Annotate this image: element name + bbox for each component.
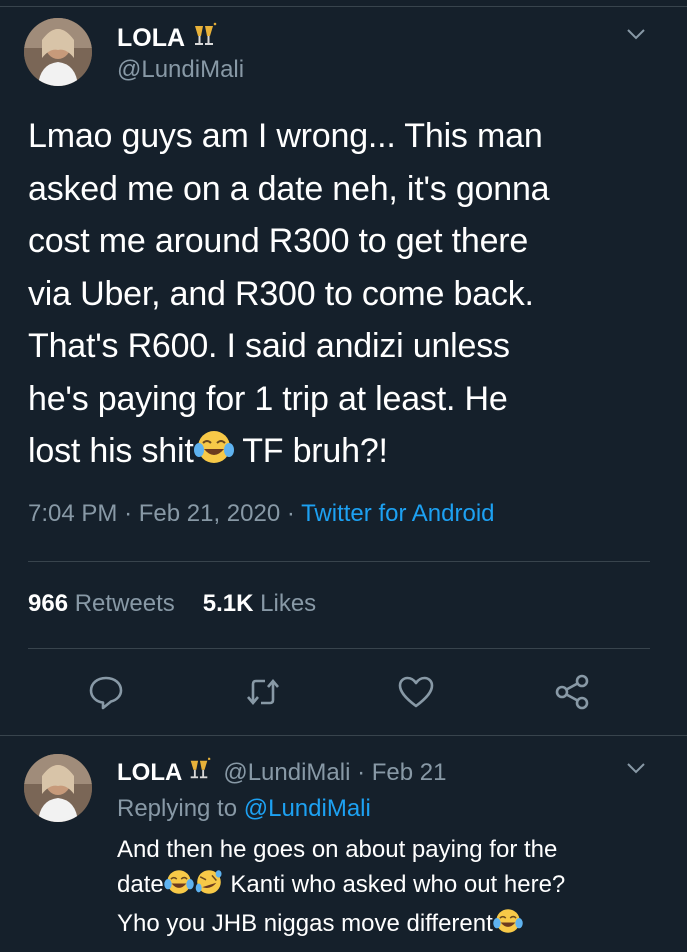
- retweets-count: 966: [28, 590, 69, 617]
- divider: [28, 561, 650, 562]
- replying-to-link[interactable]: @LundiMali: [244, 795, 371, 822]
- rolling-laughing-emoji-icon: [194, 868, 224, 906]
- tweet-text-line: That's R600. I said andizi unless: [28, 327, 510, 365]
- clinking-glasses-icon: [185, 757, 213, 788]
- likes-count: 5.1K: [202, 590, 254, 617]
- tears-of-joy-emoji-icon: [193, 428, 234, 482]
- divider: [0, 735, 687, 736]
- clinking-glasses-icon: [189, 22, 219, 55]
- tweet-time: 7:04 PM: [28, 500, 118, 527]
- reply-text-line: And then he goes on about paying for the: [117, 836, 558, 863]
- tweet-text-line: via Uber, and R300 to come back.: [28, 274, 534, 313]
- tweet-text-line: cost me around R300 to get there: [28, 222, 529, 260]
- retweet-icon[interactable]: [243, 672, 283, 712]
- likes-stat[interactable]: 5.1K Likes: [203, 590, 316, 617]
- meta-separator: ·: [124, 500, 133, 527]
- tweet-text-segment: TF bruh?!: [233, 432, 388, 470]
- reply-icon[interactable]: [86, 672, 126, 712]
- tweet-text-line: asked me on a date neh, it's gonna: [28, 169, 550, 208]
- reply-handle-date: @LundiMali · Feb 21: [223, 758, 447, 786]
- tweet-detail-screen: LOLA @LundiMali Lmao guys am I wrong... …: [0, 0, 687, 952]
- author-name-text: LOLA: [117, 24, 186, 52]
- retweets-label: Retweets: [74, 590, 175, 617]
- tweet-date: Feb 21, 2020: [138, 500, 281, 527]
- share-icon[interactable]: [552, 672, 592, 712]
- avatar[interactable]: [24, 754, 92, 822]
- reply-header[interactable]: LOLA @LundiMali · Feb 21: [117, 757, 446, 788]
- avatar[interactable]: [24, 18, 92, 86]
- tweet-text: Lmao guys am I wrong... This man asked m…: [28, 110, 658, 482]
- tweet-text-line: Lmao guys am I wrong... This man: [28, 117, 543, 155]
- meta-separator: ·: [286, 500, 295, 527]
- author-handle[interactable]: @LundiMali: [117, 56, 244, 84]
- reply-text-line: date Kanti who asked who out here?: [117, 867, 657, 906]
- reply-text-segment: date: [117, 871, 164, 898]
- tweet-text-line: lost his shit TF bruh?!: [28, 425, 658, 482]
- reply-text-segment: Yho you JHB niggas move different: [117, 910, 493, 937]
- heart-icon[interactable]: [396, 672, 436, 712]
- chevron-down-icon[interactable]: [624, 756, 648, 780]
- retweets-stat[interactable]: 966 Retweets: [28, 590, 175, 617]
- tweet-source-link[interactable]: Twitter for Android: [301, 500, 494, 527]
- tweet-text-segment: lost his shit: [28, 432, 194, 470]
- tweet-actions: [0, 672, 687, 716]
- tears-of-joy-emoji-icon: [493, 907, 523, 945]
- reply-text-line: Yho you JHB niggas move different: [117, 906, 657, 945]
- replying-to: Replying to @LundiMali: [117, 795, 371, 823]
- likes-label: Likes: [260, 590, 317, 617]
- replying-prefix: Replying to: [117, 795, 244, 822]
- chevron-down-icon[interactable]: [624, 22, 648, 46]
- tweet-meta: 7:04 PM · Feb 21, 2020 · Twitter for And…: [28, 500, 495, 528]
- reply-text: And then he goes on about paying for the…: [117, 832, 657, 945]
- tears-of-joy-emoji-icon: [163, 868, 194, 906]
- divider: [28, 648, 650, 649]
- reply-author-name: LOLA: [117, 758, 183, 786]
- tweet-stats: 966 Retweets 5.1K Likes: [28, 590, 316, 618]
- top-divider: [0, 6, 687, 7]
- reply-text-segment: Kanti who asked who out here?: [223, 871, 566, 898]
- author-name[interactable]: LOLA: [117, 22, 219, 55]
- tweet-text-line: he's paying for 1 trip at least. He: [28, 379, 508, 418]
